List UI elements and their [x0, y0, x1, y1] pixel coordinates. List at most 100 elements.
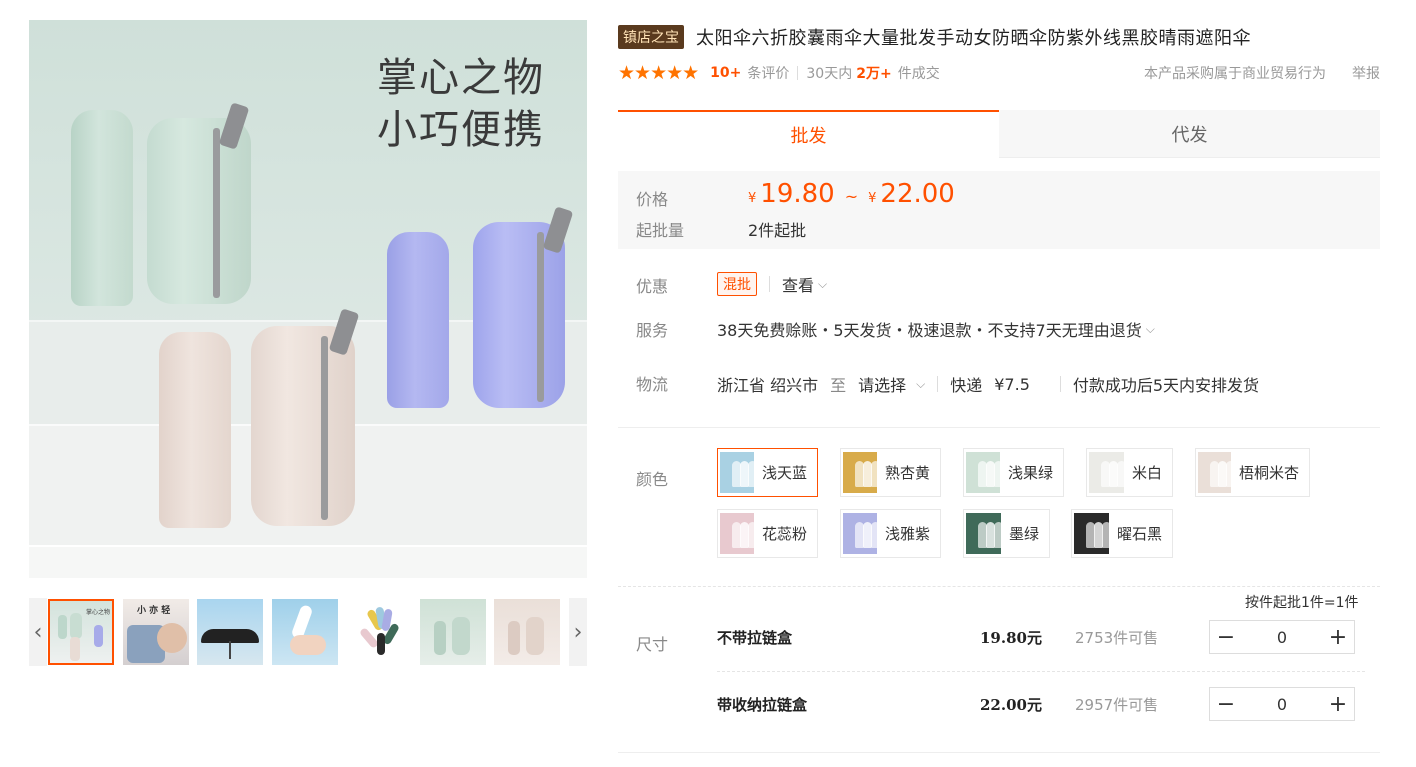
- color-swatch-image: [843, 513, 877, 554]
- divider: [769, 276, 770, 292]
- service-content: 38天免费赊账・5天发货・极速退款・不支持7天无理由退货 ⌵: [717, 317, 1155, 341]
- umbrella-lavender: [387, 232, 449, 408]
- size-price: 22.00元: [980, 695, 1042, 714]
- umbrella-beige: [159, 332, 231, 528]
- zip-lavender: [537, 232, 544, 402]
- color-option[interactable]: 浅雅紫: [840, 509, 941, 558]
- size-label: 尺寸: [636, 635, 669, 654]
- color-option[interactable]: 花蕊粉: [717, 509, 818, 558]
- title-row: 镇店之宝 太阳伞六折胶囊雨伞大量批发手动女防晒伞防紫外线黑胶晴雨遮阳伞: [618, 24, 1251, 50]
- rating-stars-icon: ★★★★★: [618, 62, 699, 84]
- reviews-label[interactable]: 条评价: [747, 63, 789, 83]
- express-label: 快递: [950, 376, 983, 395]
- minus-button[interactable]: −: [1210, 688, 1242, 720]
- size-name: 带收纳拉链盒: [717, 695, 808, 714]
- color-option-label: 曜石黑: [1116, 525, 1162, 543]
- sales-suffix: 件成交: [897, 66, 940, 82]
- quantity-input[interactable]: 0: [1242, 695, 1322, 714]
- shipping-fee: ¥7.5: [994, 374, 1030, 394]
- color-swatch-image: [1089, 452, 1124, 493]
- divider: [1059, 376, 1061, 392]
- destination-select[interactable]: 请选择: [858, 372, 906, 396]
- image-slogan: 掌心之物 小巧便携: [377, 52, 545, 156]
- color-option[interactable]: 曜石黑: [1071, 509, 1173, 558]
- purchase-tabs: 批发 代发: [618, 110, 1380, 158]
- case-beige: [251, 326, 355, 526]
- section-divider: [618, 427, 1380, 428]
- chevron-down-icon[interactable]: ⌵: [916, 377, 925, 392]
- quantity-input[interactable]: 0: [1242, 628, 1322, 647]
- color-label: 颜色: [636, 470, 669, 489]
- currency-symbol: ¥: [748, 191, 757, 206]
- plus-button[interactable]: +: [1322, 688, 1354, 720]
- report-link[interactable]: 举报: [1352, 63, 1380, 83]
- divider: [937, 376, 939, 392]
- chevron-left-icon[interactable]: ‹: [29, 598, 47, 666]
- color-option[interactable]: 米白: [1086, 448, 1173, 497]
- slogan-line-1: 掌心之物: [377, 55, 545, 101]
- reviews-count[interactable]: 10+: [710, 65, 741, 81]
- color-option-label: 墨绿: [1008, 525, 1039, 543]
- color-option-label: 梧桐米杏: [1238, 464, 1299, 482]
- divider: [797, 66, 799, 80]
- thumbnail-7[interactable]: [494, 599, 560, 665]
- thumbnail-5[interactable]: [347, 599, 413, 665]
- color-option[interactable]: 熟杏黄: [840, 448, 941, 497]
- color-option-label: 浅果绿: [1007, 464, 1053, 482]
- zip-beige: [321, 336, 328, 520]
- zip-mint: [213, 128, 220, 298]
- color-swatch-image: [720, 513, 754, 554]
- thumbnail-4[interactable]: [272, 599, 338, 665]
- minus-button[interactable]: −: [1210, 621, 1242, 653]
- color-option[interactable]: 墨绿: [963, 509, 1050, 558]
- trade-note: 本产品采购属于商业贸易行为: [1144, 66, 1326, 82]
- color-swatch-image: [966, 452, 1000, 493]
- promo-label: 优惠: [636, 277, 669, 296]
- service-text: 38天免费赊账・5天发货・极速退款・不支持7天无理由退货: [717, 321, 1142, 340]
- color-swatch-image: [1074, 513, 1109, 554]
- ship-to: 至: [830, 376, 847, 395]
- promo-view-link[interactable]: 查看: [782, 272, 814, 296]
- thumbnail-2[interactable]: 小 亦 轻: [123, 599, 189, 665]
- color-swatch-image: [966, 513, 1001, 554]
- main-product-image[interactable]: 掌心之物 小巧便携: [29, 20, 587, 578]
- umbrella-mint: [71, 110, 133, 306]
- size-rule: 按件起批1件=1件: [1245, 595, 1359, 611]
- image-step-bottom: [29, 545, 587, 578]
- price-max: 22.00: [880, 179, 955, 209]
- product-title: 太阳伞六折胶囊雨伞大量批发手动女防晒伞防紫外线黑胶晴雨遮阳伞: [696, 28, 1251, 49]
- promo-content: 混批 查看 ⌵: [717, 272, 827, 296]
- size-price: 19.80元: [980, 628, 1042, 647]
- moq-label: 起批量: [636, 221, 685, 240]
- color-option[interactable]: 浅天蓝: [717, 448, 818, 497]
- meta-right: 本产品采购属于商业贸易行为 举报: [1144, 63, 1380, 83]
- thumbnail-3[interactable]: [197, 599, 263, 665]
- size-row-2: 带收纳拉链盒 22.00元 2957件可售 − 0 +: [717, 684, 1365, 724]
- currency-symbol: ¥: [868, 191, 877, 206]
- size-stock: 2753件可售: [1075, 628, 1159, 647]
- meta-row: ★★★★★ 10+ 条评价 30天内 2万+ 件成交 本产品采购属于商业贸易行为…: [618, 62, 1380, 84]
- color-option-label: 熟杏黄: [884, 464, 930, 482]
- price-tilde: ~: [844, 187, 859, 206]
- price-box: 价格 ¥ 19.80 ~ ¥ 22.00 起批量 2件起批: [618, 171, 1380, 249]
- plus-button[interactable]: +: [1322, 621, 1354, 653]
- chevron-right-icon[interactable]: ›: [569, 598, 587, 666]
- thumbnail-1[interactable]: 掌心之物: [48, 599, 114, 665]
- tab-dropship[interactable]: 代发: [999, 110, 1380, 158]
- ship-origin: 浙江省 绍兴市: [717, 376, 819, 395]
- tab-wholesale[interactable]: 批发: [618, 110, 999, 158]
- color-swatch-image: [720, 452, 754, 493]
- chevron-down-icon[interactable]: ⌵: [1146, 322, 1155, 337]
- store-badge: 镇店之宝: [618, 25, 684, 49]
- color-swatch-image: [1198, 452, 1231, 493]
- row-divider: [717, 671, 1365, 672]
- color-option[interactable]: 梧桐米杏: [1195, 448, 1310, 497]
- size-name: 不带拉链盒: [717, 628, 793, 647]
- section-divider: [618, 586, 1380, 587]
- color-option-label: 米白: [1131, 464, 1162, 482]
- slogan-line-2: 小巧便携: [377, 107, 545, 153]
- thumbnail-6[interactable]: [420, 599, 486, 665]
- service-label: 服务: [636, 321, 669, 340]
- color-option[interactable]: 浅果绿: [963, 448, 1064, 497]
- chevron-down-icon[interactable]: ⌵: [818, 277, 827, 292]
